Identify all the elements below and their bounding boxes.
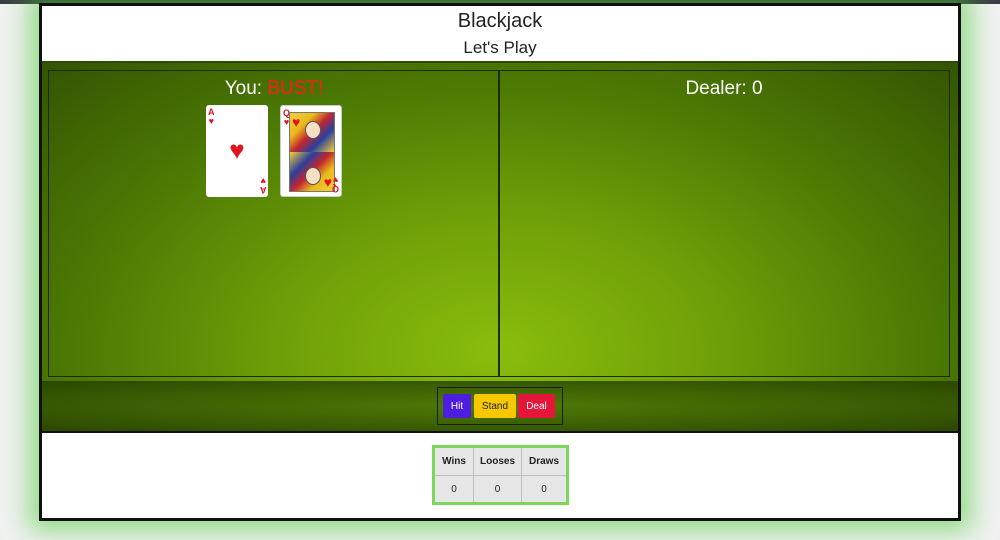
table-felt: You: BUST! A ♥ ♥ A ♥ Q ♥ ♥ ♥ Q ♥ Dealer:… xyxy=(42,61,958,385)
wins-value: 0 xyxy=(433,475,474,504)
player-status: BUST! xyxy=(267,78,324,99)
controls-bar: Hit Stand Deal xyxy=(42,381,958,433)
game-frame: Blackjack Let's Play You: BUST! A ♥ ♥ A … xyxy=(39,3,961,521)
page-subtitle: Let's Play xyxy=(463,38,537,57)
dealer-hand-title: Dealer: 0 xyxy=(499,78,949,100)
card-corner-top: A ♥ xyxy=(208,108,215,126)
card-rank: Q xyxy=(331,184,339,194)
heart-icon: ♥ xyxy=(229,135,245,165)
wins-header: Wins xyxy=(433,446,474,476)
player-label: You: xyxy=(224,78,263,99)
dealer-score: 0 xyxy=(751,78,763,99)
scoreboard-value-row: 0 0 0 xyxy=(433,475,569,504)
queen-face-art: ♥ ♥ xyxy=(289,112,335,192)
deal-button[interactable]: Deal xyxy=(518,394,555,418)
header: Blackjack Let's Play xyxy=(42,6,958,61)
heart-icon: ♥ xyxy=(332,175,339,185)
draws-header: Draws xyxy=(521,446,569,476)
player-hand-title: You: BUST! xyxy=(49,78,499,100)
heart-icon: ♥ xyxy=(208,116,214,126)
card-queen-of-hearts: Q ♥ ♥ ♥ Q ♥ xyxy=(280,105,342,197)
hit-button[interactable]: Hit xyxy=(443,394,471,418)
card-ace-of-hearts: A ♥ ♥ A ♥ xyxy=(206,105,268,197)
dealer-hand-panel: Dealer: 0 xyxy=(498,70,950,377)
heart-icon: ♥ xyxy=(292,114,301,130)
looses-header: Looses xyxy=(472,446,523,476)
card-corner-bottom: A ♥ xyxy=(259,176,267,195)
action-button-group: Hit Stand Deal xyxy=(437,387,563,425)
looses-value: 0 xyxy=(472,475,523,504)
heart-icon: ♥ xyxy=(323,174,332,190)
card-corner-bottom: Q ♥ xyxy=(331,175,339,194)
stand-button[interactable]: Stand xyxy=(474,394,516,418)
player-hand-panel: You: BUST! A ♥ ♥ A ♥ Q ♥ ♥ ♥ Q ♥ xyxy=(48,70,500,377)
score-area: Wins Looses Draws 0 0 0 xyxy=(42,433,958,518)
scoreboard-table: Wins Looses Draws 0 0 0 xyxy=(432,445,570,505)
card-rank: A xyxy=(259,185,267,195)
queen-face-icon xyxy=(305,167,321,185)
page-title: Blackjack xyxy=(457,10,543,32)
queen-face-icon xyxy=(305,121,321,139)
dealer-label: Dealer: xyxy=(685,78,747,99)
scoreboard-header-row: Wins Looses Draws xyxy=(433,446,569,476)
draws-value: 0 xyxy=(521,475,569,504)
heart-icon: ♥ xyxy=(260,176,266,186)
